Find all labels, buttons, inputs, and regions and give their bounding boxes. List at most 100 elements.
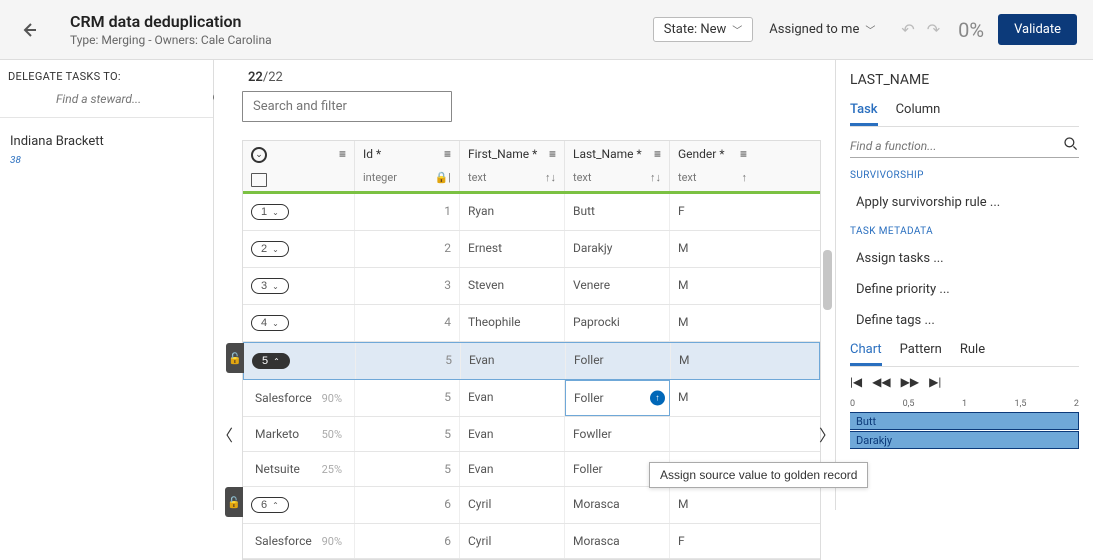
group-pill[interactable]: 1⌄ [251,204,289,220]
cell-first[interactable]: Evan [460,452,565,486]
validate-button[interactable]: Validate [998,14,1077,45]
source-pct: 90% [322,392,342,405]
cell-gender[interactable]: M [670,487,755,523]
cell-gender[interactable]: F [670,194,755,230]
column-menu-icon[interactable]: ≡ [740,147,747,161]
group-pill[interactable]: 6⌃ [251,497,289,513]
group-pill[interactable]: 3⌄ [251,278,289,294]
tab-task[interactable]: Task [850,102,878,126]
unlock-icon[interactable]: 🔓 [225,487,243,517]
search-icon[interactable] [1063,136,1079,156]
steward-search-input[interactable] [56,89,212,109]
state-dropdown[interactable]: State: New ﹀ [653,17,754,42]
column-menu-icon[interactable]: ≡ [654,147,661,161]
func-define-priority[interactable]: Define priority ... [850,274,1079,305]
assign-icon[interactable]: ↑ [650,391,665,406]
data-grid: ⌄ ≡ Id *≡ integer🔒| First_Name *≡ text↑↓… [242,140,821,560]
tab-pattern[interactable]: Pattern [900,342,942,366]
cell-first[interactable]: Cyril [460,487,565,523]
column-menu-icon[interactable]: ≡ [549,147,556,161]
cell-id[interactable]: 6 [355,487,460,523]
cell-first[interactable]: Ryan [460,194,565,230]
chevron-down-icon: ﹀ [865,22,875,37]
steward-item[interactable]: Indiana Brackett [0,130,213,153]
cell-id[interactable]: 1 [355,194,460,230]
cell-last[interactable]: Morasca [565,487,670,523]
unlock-icon[interactable]: 🔓 [226,343,244,373]
function-search-input[interactable] [850,135,1063,157]
func-assign-tasks[interactable]: Assign tasks ... [850,243,1079,274]
table-row[interactable]: 2⌄ 2ErnestDarakjyM [243,231,820,268]
skip-start-icon[interactable]: |◀ [850,375,862,389]
table-row[interactable]: Salesforce90%6CyrilMorascaF [243,524,820,559]
back-button[interactable] [16,18,40,42]
cell-first[interactable]: Theophile [460,305,565,341]
undo-button[interactable]: ↶ [901,20,914,39]
group-pill[interactable]: 5⌃ [252,353,290,369]
group-pill[interactable]: 4⌄ [251,315,289,331]
cell-id[interactable]: 5 [356,343,461,379]
table-row[interactable]: Marketo50%5EvanFowller [243,417,820,452]
cell-id[interactable]: 4 [355,305,460,341]
expand-all-icon[interactable]: ⌄ [251,147,267,163]
collapse-right-icon[interactable]: 〉 [819,422,835,446]
selected-column-title: LAST_NAME [850,72,1079,88]
group-pill[interactable]: 2⌄ [251,241,289,257]
cell-id[interactable]: 5 [355,417,460,451]
assigned-dropdown[interactable]: Assigned to me ﹀ [769,22,875,37]
sort-icon[interactable]: ↑↓ [650,171,661,184]
collapse-left-icon[interactable]: 〈 [217,422,233,446]
tab-column[interactable]: Column [896,102,941,126]
tab-chart[interactable]: Chart [850,342,882,366]
sort-icon[interactable]: ↑↓ [545,171,556,184]
cell-gender[interactable]: M [670,268,755,304]
cell-last[interactable]: Butt [565,194,670,230]
cell-last[interactable]: Venere [565,268,670,304]
cell-first[interactable]: Evan [460,417,565,451]
cell-last[interactable]: Fowller [565,417,670,451]
column-menu-icon[interactable]: ≡ [339,147,346,161]
cell-gender[interactable]: M [671,343,756,379]
filter-input[interactable] [243,92,451,121]
table-row[interactable]: 3⌄ 3StevenVenereM [243,268,820,305]
cell-id[interactable]: 6 [355,524,460,558]
cell-gender[interactable] [670,417,755,451]
func-define-tags[interactable]: Define tags ... [850,305,1079,336]
tab-rule[interactable]: Rule [960,342,985,366]
cell-gender[interactable]: F [670,524,755,558]
cell-first[interactable]: Cyril [460,524,565,558]
column-menu-icon[interactable]: ≡ [444,147,451,161]
prev-icon[interactable]: ◀◀ [872,375,890,389]
sort-icon[interactable]: ↑ [742,171,748,184]
cell-last[interactable]: Darakjy [565,231,670,267]
cell-last[interactable]: Foller [566,343,671,379]
cell-id[interactable]: 5 [355,380,460,416]
cell-last[interactable]: Paprocki [565,305,670,341]
skip-end-icon[interactable]: ▶| [929,375,941,389]
chart-bar[interactable]: Darakjy [850,431,1079,449]
cell-first[interactable]: Steven [460,268,565,304]
next-icon[interactable]: ▶▶ [901,375,919,389]
cell-gender[interactable]: M [670,305,755,341]
table-row[interactable]: Salesforce90%5EvanFoller↑M [243,380,820,417]
func-apply-survivorship[interactable]: Apply survivorship rule ... [850,187,1079,218]
cell-last[interactable]: Morasca [565,524,670,558]
cell-id[interactable]: 2 [355,231,460,267]
cell-gender[interactable]: M [670,380,755,416]
table-row[interactable]: 🔓5⌃5EvanFollerM [243,342,820,380]
cell-gender[interactable]: M [670,231,755,267]
redo-button[interactable]: ↷ [927,20,940,39]
cell-id[interactable]: 3 [355,268,460,304]
table-icon[interactable] [251,173,267,187]
cell-first[interactable]: Evan [461,343,566,379]
cell-first[interactable]: Evan [460,380,565,416]
vertical-scrollbar[interactable] [823,250,832,310]
table-row[interactable]: 🔓6⌃6CyrilMorascaM [243,487,820,524]
cell-first[interactable]: Ernest [460,231,565,267]
cell-id[interactable]: 5 [355,452,460,486]
table-row[interactable]: 4⌄ 4TheophilePaprockiM [243,305,820,342]
chart-bar[interactable]: Butt [850,412,1079,430]
table-row[interactable]: 1⌄ 1RyanButtF [243,194,820,231]
col-id-label: Id * [363,147,381,161]
cell-last[interactable]: Foller↑ [565,380,670,416]
